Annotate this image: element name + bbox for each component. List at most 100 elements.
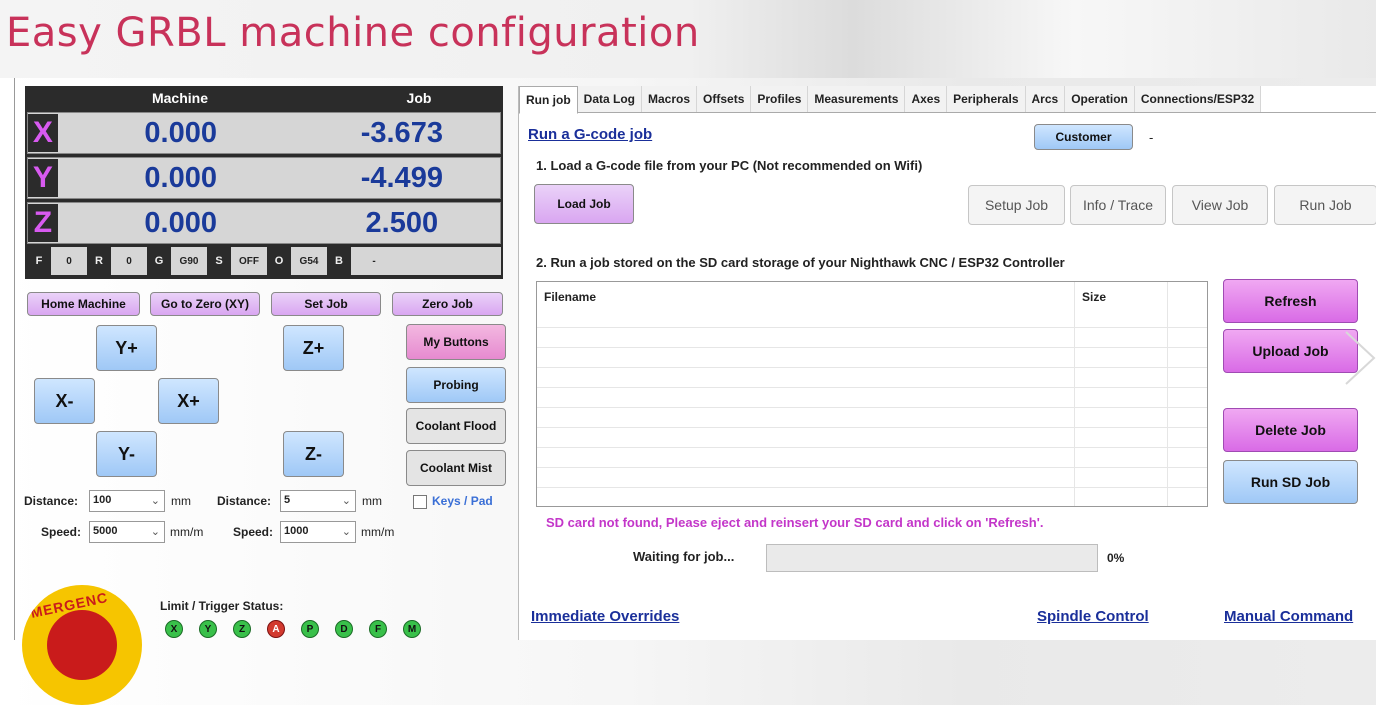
delete-job-button[interactable]: Delete Job	[1223, 408, 1358, 452]
job-z-value[interactable]: 2.500	[304, 207, 500, 240]
customer-button[interactable]: Customer	[1034, 124, 1133, 150]
column-filename: Filename	[544, 290, 597, 304]
job-y-value[interactable]: -4.499	[304, 162, 500, 195]
tab-connections[interactable]: Connections/ESP32	[1134, 86, 1262, 112]
xy-speed-select[interactable]: 5000 ⌄	[89, 521, 165, 543]
limit-indicators: X Y Z A P D F M	[165, 620, 421, 638]
coolant-flood-button[interactable]: Coolant Flood	[406, 408, 506, 444]
buffer-value: -	[372, 255, 376, 267]
limit-status-title: Limit / Trigger Status:	[160, 599, 284, 613]
coolant-mist-button[interactable]: Coolant Mist	[406, 450, 506, 486]
z-distance-label: Distance:	[217, 494, 272, 508]
run-job-panel: Run job Data Log Macros Offsets Profiles…	[518, 86, 1376, 640]
mist-indicator: M	[403, 620, 421, 638]
customer-value: -	[1149, 130, 1154, 145]
chevron-down-icon: ⌄	[150, 495, 160, 507]
tab-axes[interactable]: Axes	[905, 86, 948, 112]
column-size: Size	[1082, 290, 1107, 304]
spindle-value: OFF	[239, 255, 259, 267]
xy-distance-select[interactable]: 100 ⌄	[89, 490, 165, 512]
home-machine-button[interactable]: Home Machine	[27, 292, 140, 316]
xy-distance-unit: mm	[171, 494, 191, 508]
buffer-label: B	[327, 247, 351, 275]
jog-y-minus-button[interactable]: Y-	[96, 431, 157, 477]
tab-measurements[interactable]: Measurements	[808, 86, 906, 112]
z-distance-select[interactable]: 5 ⌄	[280, 490, 356, 512]
tab-macros[interactable]: Macros	[642, 86, 698, 112]
tab-profiles[interactable]: Profiles	[751, 86, 809, 112]
row-divider	[537, 347, 1207, 348]
view-job-button[interactable]: View Job	[1172, 185, 1268, 225]
step2-label: 2. Run a job stored on the SD card stora…	[536, 255, 1065, 270]
machine-x-value: 0.000	[144, 116, 217, 149]
chevron-down-icon: ⌄	[341, 526, 351, 538]
job-progress-bar	[766, 544, 1098, 572]
upload-job-button[interactable]: Upload Job	[1223, 329, 1358, 373]
info-trace-button[interactable]: Info / Trace	[1070, 185, 1166, 225]
progress-percent: 0%	[1107, 551, 1125, 565]
axis-letter-z: Z	[28, 204, 58, 242]
next-arrow-icon[interactable]	[1344, 330, 1376, 386]
row-divider	[537, 387, 1207, 388]
probing-button[interactable]: Probing	[406, 367, 506, 403]
column-divider	[1167, 282, 1168, 506]
dro-row-x: X 0.000 -3.673	[27, 112, 501, 154]
chevron-down-icon: ⌄	[150, 526, 160, 538]
z-speed-label: Speed:	[233, 525, 274, 539]
emergency-stop-button[interactable]: MERGENC	[22, 585, 142, 705]
my-buttons-button[interactable]: My Buttons	[406, 324, 506, 360]
job-x-value[interactable]: -3.673	[304, 117, 500, 150]
z-distance-unit: mm	[362, 494, 382, 508]
run-job-button[interactable]: Run Job	[1274, 185, 1376, 225]
feed-value: 0	[66, 255, 72, 267]
z-distance-value: 5	[284, 494, 291, 506]
tab-arcs[interactable]: Arcs	[1025, 86, 1066, 112]
limit-y-indicator: Y	[199, 620, 217, 638]
tab-operation[interactable]: Operation	[1065, 86, 1135, 112]
go-to-zero-button[interactable]: Go to Zero (XY)	[150, 292, 260, 316]
immediate-overrides-title[interactable]: Immediate Overrides	[531, 608, 679, 625]
tab-offsets[interactable]: Offsets	[697, 86, 752, 112]
tab-peripherals[interactable]: Peripherals	[947, 86, 1026, 112]
zero-job-button[interactable]: Zero Job	[392, 292, 503, 316]
sd-status-message: SD card not found, Please eject and rein…	[546, 515, 1044, 530]
spindle-label: S	[207, 247, 231, 275]
axis-letter-y: Y	[28, 159, 58, 197]
z-speed-select[interactable]: 1000 ⌄	[280, 521, 356, 543]
machine-z-value: 0.000	[144, 206, 217, 239]
jog-z-minus-button[interactable]: Z-	[283, 431, 344, 477]
xy-distance-label: Distance:	[24, 494, 79, 508]
keys-pad-checkbox[interactable]	[413, 495, 427, 509]
refresh-button[interactable]: Refresh	[1223, 279, 1358, 323]
manual-command-title[interactable]: Manual Command	[1224, 608, 1353, 625]
estop-red-center	[47, 610, 117, 680]
spindle-control-title[interactable]: Spindle Control	[1037, 608, 1149, 625]
jog-z-plus-button[interactable]: Z+	[283, 325, 344, 371]
run-sd-job-button[interactable]: Run SD Job	[1223, 460, 1358, 504]
dro-header-machine: Machine	[151, 90, 208, 106]
offset-value: G54	[299, 255, 319, 267]
machine-y-value: 0.000	[144, 161, 217, 194]
waiting-label: Waiting for job...	[633, 549, 735, 564]
feed-hold-indicator: F	[369, 620, 387, 638]
row-divider	[537, 447, 1207, 448]
tab-data-log[interactable]: Data Log	[577, 86, 642, 112]
jog-y-plus-button[interactable]: Y+	[96, 325, 157, 371]
window-edge	[0, 78, 15, 640]
axis-letter-x: X	[28, 114, 58, 152]
tab-run-job[interactable]: Run job	[519, 86, 578, 114]
keys-pad-label[interactable]: Keys / Pad	[432, 494, 493, 508]
setup-job-button[interactable]: Setup Job	[968, 185, 1065, 225]
dro-header: Machine Job	[25, 86, 503, 110]
rpm-label: R	[87, 247, 111, 275]
chevron-down-icon: ⌄	[341, 495, 351, 507]
jog-x-plus-button[interactable]: X+	[158, 378, 219, 424]
offset-label: O	[267, 247, 291, 275]
jog-x-minus-button[interactable]: X-	[34, 378, 95, 424]
status-row: F 0 R 0 G G90 S OFF O G54 B -	[27, 247, 501, 275]
set-job-button[interactable]: Set Job	[271, 292, 381, 316]
z-speed-unit: mm/m	[361, 525, 395, 539]
row-divider	[537, 467, 1207, 468]
sd-file-table[interactable]: Filename Size	[536, 281, 1208, 507]
load-job-button[interactable]: Load Job	[534, 184, 634, 224]
